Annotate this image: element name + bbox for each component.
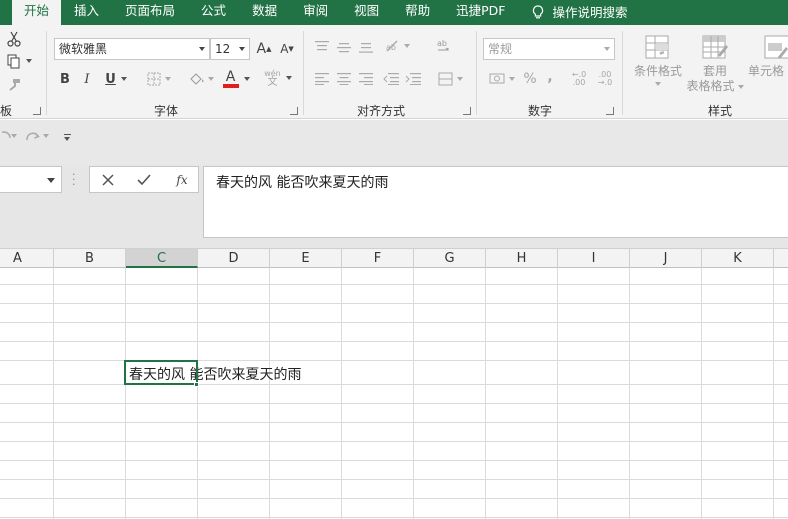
- column-header-c[interactable]: C: [126, 249, 198, 268]
- orientation-icon[interactable]: ab: [382, 37, 412, 55]
- comma-style-button[interactable]: ,: [543, 68, 557, 86]
- worksheet-grid[interactable]: 春天的风 能否吹来夏天的雨: [0, 268, 788, 519]
- tab-insert[interactable]: 插入: [61, 0, 112, 25]
- svg-text:ab: ab: [437, 39, 447, 48]
- font-size-value: 12: [215, 42, 231, 56]
- number-format-value: 常规: [488, 42, 513, 56]
- clipboard-group-label: 板: [0, 104, 13, 118]
- phonetic-guide-icon[interactable]: wén 文: [262, 68, 294, 88]
- styles-group-label: 样式: [708, 104, 733, 118]
- redo-icon[interactable]: [24, 128, 42, 146]
- conditional-formatting-button[interactable]: ≠ 条件格式: [627, 32, 689, 86]
- tell-me-search[interactable]: 操作说明搜索: [518, 0, 640, 25]
- font-color-swatch: [222, 84, 239, 88]
- lightbulb-icon: [532, 5, 544, 20]
- svg-text:≠: ≠: [659, 49, 665, 57]
- italic-button[interactable]: I: [78, 70, 96, 88]
- font-launcher-icon[interactable]: [290, 107, 298, 115]
- font-name-combo[interactable]: 微软雅黑: [54, 38, 210, 60]
- active-cell[interactable]: [124, 360, 198, 385]
- number-launcher-icon[interactable]: [606, 107, 614, 115]
- font-group-label: 字体: [154, 104, 179, 118]
- tab-help[interactable]: 帮助: [392, 0, 443, 25]
- percent-style-button[interactable]: %: [521, 70, 539, 88]
- format-as-table-icon: [684, 32, 746, 64]
- align-top-icon[interactable]: [314, 39, 330, 55]
- column-header-f[interactable]: F: [342, 249, 414, 268]
- tab-view[interactable]: 视图: [341, 0, 392, 25]
- align-bottom-icon[interactable]: [358, 39, 374, 55]
- grow-font-icon[interactable]: A ▲: [255, 40, 273, 58]
- column-header-i[interactable]: I: [558, 249, 630, 268]
- formula-input[interactable]: 春天的风 能否吹来夏天的雨: [203, 166, 788, 238]
- tab-xunjie-pdf[interactable]: 迅捷PDF: [443, 0, 518, 25]
- cell-styles-icon: [744, 32, 788, 64]
- confirm-entry-icon[interactable]: [136, 172, 152, 188]
- increase-decimal-button[interactable]: ←.0 .00: [568, 69, 590, 89]
- increase-indent-icon[interactable]: [404, 71, 422, 87]
- shrink-font-icon[interactable]: A ▼: [278, 40, 296, 58]
- column-header-d[interactable]: D: [198, 249, 270, 268]
- format-painter-icon[interactable]: [6, 77, 22, 93]
- fill-handle[interactable]: [194, 382, 199, 387]
- cell-styles-button[interactable]: 单元格: [744, 32, 788, 79]
- tab-data[interactable]: 数据: [239, 0, 290, 25]
- tell-me-label: 操作说明搜索: [552, 4, 628, 20]
- formula-buttons: fx: [89, 166, 199, 193]
- format-as-table-button[interactable]: 套用 表格格式: [684, 32, 746, 94]
- font-size-combo[interactable]: 12: [210, 38, 250, 60]
- clipboard-launcher-icon[interactable]: [33, 107, 41, 115]
- column-header-e[interactable]: E: [270, 249, 342, 268]
- border-icon[interactable]: [144, 70, 174, 88]
- font-color-icon[interactable]: A: [220, 68, 252, 90]
- font-name-value: 微软雅黑: [59, 42, 108, 56]
- column-header-k[interactable]: K: [702, 249, 774, 268]
- tab-home[interactable]: 开始: [12, 0, 62, 25]
- alignment-group-label: 对齐方式: [357, 104, 406, 118]
- copy-icon[interactable]: [4, 53, 34, 69]
- conditional-formatting-icon: ≠: [627, 32, 689, 64]
- redo-dropdown-icon[interactable]: [42, 132, 50, 140]
- bold-button[interactable]: B: [56, 70, 74, 88]
- decrease-indent-icon[interactable]: [382, 71, 400, 87]
- svg-text:ab: ab: [386, 43, 396, 52]
- column-header-b[interactable]: B: [54, 249, 126, 268]
- customize-qat-icon[interactable]: [61, 130, 73, 144]
- alignment-launcher-icon[interactable]: [463, 107, 471, 115]
- underline-button[interactable]: U: [100, 70, 132, 88]
- column-header-h[interactable]: H: [486, 249, 558, 268]
- tab-review[interactable]: 审阅: [290, 0, 341, 25]
- cut-icon[interactable]: [6, 31, 22, 47]
- align-left-icon[interactable]: [314, 71, 330, 87]
- cancel-entry-icon[interactable]: [100, 172, 116, 188]
- tab-page-layout[interactable]: 页面布局: [112, 0, 188, 25]
- ribbon-tabs: 开始 插入 页面布局 公式 数据 审阅 视图 帮助 迅捷PDF 操作说明搜索: [0, 0, 788, 25]
- column-headers: A B C D E F G H I J K: [0, 249, 788, 268]
- align-center-icon[interactable]: [336, 71, 352, 87]
- column-header-a[interactable]: A: [0, 249, 54, 268]
- decrease-decimal-button[interactable]: .00 →.0: [594, 69, 616, 89]
- name-box[interactable]: [0, 166, 62, 193]
- align-right-icon[interactable]: [358, 71, 374, 87]
- tab-formulas[interactable]: 公式: [188, 0, 239, 25]
- number-format-combo[interactable]: 常规: [483, 38, 615, 60]
- formula-bar-grip[interactable]: · · ·: [72, 169, 76, 190]
- align-middle-icon[interactable]: [336, 39, 352, 55]
- merge-center-icon[interactable]: [434, 70, 466, 88]
- accounting-format-icon[interactable]: [486, 70, 518, 88]
- number-group-label: 数字: [528, 104, 553, 118]
- undo-dropdown-icon[interactable]: [10, 132, 18, 140]
- formula-bar: · · · fx 春天的风 能否吹来夏天的雨: [0, 165, 788, 249]
- insert-function-button[interactable]: fx: [172, 171, 192, 189]
- wrap-text-icon[interactable]: ab: [436, 37, 452, 55]
- column-header-j[interactable]: J: [630, 249, 702, 268]
- quick-access-toolbar: [0, 120, 788, 165]
- fill-color-icon[interactable]: [186, 70, 216, 88]
- ribbon: 板 微软雅黑 12 A ▲ A ▼ B I U A wén 文 字体 ab ab…: [0, 25, 788, 119]
- column-header-g[interactable]: G: [414, 249, 486, 268]
